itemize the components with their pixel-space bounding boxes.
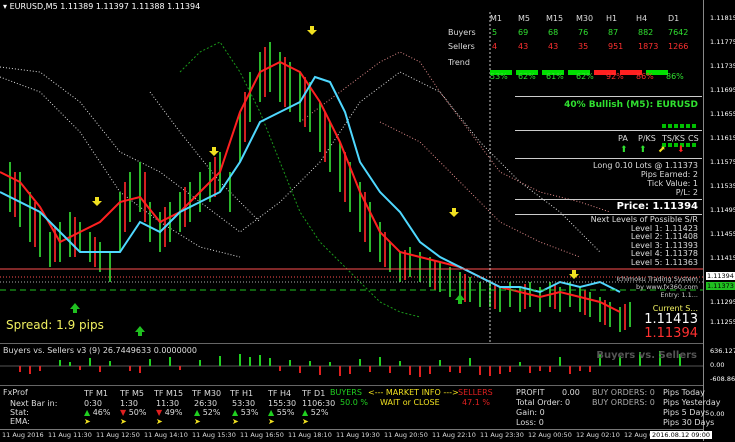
position-info: Long 0.10 Lots @ 1.11373 Pips Earned: 2 … (593, 161, 698, 197)
time-tag: 2016.08.12 09:00 (650, 431, 713, 439)
price-label: Price: 1.11394 (616, 201, 698, 212)
current-price-tag: 1.11394 (706, 272, 735, 280)
order-stats: Total Order: 0 Gain: 0 Loss: 0 (516, 398, 571, 427)
sell-orders: BUY ORDERS: 0 (592, 398, 655, 407)
entry-price-tag: 1.11373 (706, 282, 735, 290)
sr-levels: Next Levels of Possible S/R Level 1: 1.1… (590, 215, 698, 267)
buyers-label: BUYERS (330, 388, 362, 397)
signal-arrows-row: ⬆ ⬆ ⬈ ⬇ (620, 145, 685, 155)
system-info: Ichimoku Trading System by www.fx360.com… (616, 275, 698, 299)
sellers-label: SELLERS (458, 388, 493, 397)
buyers-label: Buyers (448, 28, 476, 37)
time-axis[interactable]: 11 Aug 2016 11 Aug 11:30 11 Aug 12:50 11… (0, 429, 713, 442)
fxprof-title: FxProf (3, 388, 28, 397)
sellers-label: Sellers (448, 42, 475, 51)
trend-label: Trend (448, 58, 470, 67)
bullish-label: 40% Bullish (M5): EURUSD (564, 100, 698, 110)
sellers-pct: 47.1 % (462, 398, 490, 407)
big-price-red: 1.11394 (644, 326, 698, 341)
collapse-icon[interactable]: ▾ (3, 2, 7, 11)
pips-summary: Pips Today Pips Yesterday Pips 5 Days Pi… (663, 388, 721, 427)
profit-value: 0.00 (562, 388, 580, 397)
spread-label: Spread: 1.9 pips (6, 318, 104, 332)
buyers-pct: 50.0 % (340, 398, 368, 407)
fxprof-panel[interactable]: FxProf Next Bar in: Stat: EMA: TF M1 TF … (0, 385, 721, 430)
advice: WAIT or CLOSE (380, 398, 440, 407)
buyers-sellers-subwindow[interactable]: Buyers vs. Sellers v3 (9) 26.7449633 0.0… (0, 343, 703, 384)
row-labels: Next Bar in: Stat: EMA: (10, 399, 58, 426)
profit-label: PROFIT (516, 388, 545, 397)
market-info: <--- MARKET INFO ---> (368, 388, 459, 397)
subwindow-watermark: Buyers vs. Sellers (596, 350, 697, 361)
big-price: 1.11413 (644, 312, 698, 327)
chart-symbol-header: ▾ EURUSD,M5 1.11389 1.11397 1.11388 1.11… (3, 2, 201, 11)
main-chart[interactable]: ▾ EURUSD,M5 1.11389 1.11397 1.11388 1.11… (0, 0, 703, 342)
buy-orders: BUY ORDERS: 0 (592, 388, 655, 397)
dashboard-panel: M1 M5 M15 M30 H1 H4 D1 Buyers 5 69 68 76… (440, 12, 702, 342)
price-axis[interactable]: 1.11815 1.11775 1.11735 1.11695 1.11655 … (703, 0, 735, 441)
